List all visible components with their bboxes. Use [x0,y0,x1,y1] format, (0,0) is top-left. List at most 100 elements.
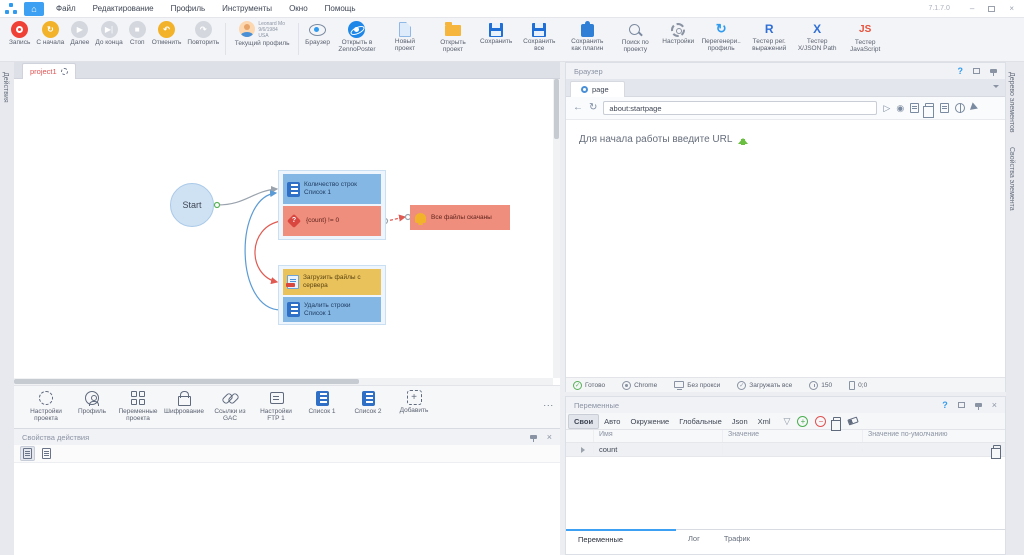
page-source-icon[interactable] [910,103,919,113]
xpath-tester-button[interactable]: X Тестер X/JSON Path [793,21,841,53]
canvas-vertical-scrollbar[interactable] [553,79,560,378]
record-button[interactable]: Запись [6,21,33,46]
menu-tools[interactable]: Инструменты [222,4,272,13]
menu-edit[interactable]: Редактирование [93,4,154,13]
bottom-tab-log[interactable]: Лог [676,530,712,548]
play-macro-icon[interactable]: ▷ [883,104,890,113]
tab-global[interactable]: Глобальные [674,415,727,428]
eraser-icon[interactable] [848,416,859,425]
regenerate-profile-button[interactable]: ↻ Перегенери.. профиль [697,21,745,53]
gac-links-button[interactable]: Ссылки из GAC [208,390,252,423]
minimize-button[interactable]: – [970,4,974,13]
save-button[interactable]: Сохранить [477,21,515,45]
menu-file[interactable]: Файл [56,4,76,13]
filter-icon[interactable]: ▽ [784,416,791,427]
flowchart-canvas[interactable]: Start Количество строкСписок 1 ? {count}… [14,79,560,385]
properties-view-button[interactable] [20,446,35,461]
menu-window[interactable]: Окно [289,4,308,13]
toolbar-overflow-button[interactable]: ... [543,398,554,408]
count-rows-node[interactable]: Количество строкСписок 1 [283,174,381,204]
tab-dropdown-icon[interactable] [993,85,999,91]
regex-tester-button[interactable]: R Тестер рег. выражений [745,21,793,53]
restart-button[interactable]: ↻ С начала [33,21,67,46]
maximize-button[interactable] [988,6,995,12]
element-tree-vertical-tab[interactable]: Дерево элементов [1006,68,1017,137]
variable-default-cell[interactable] [863,449,1005,451]
properties-edit-button[interactable] [39,446,54,461]
copy-page-icon[interactable] [925,103,934,113]
step-next-button[interactable]: ▶ Далее [67,21,92,46]
tab-json[interactable]: Json [727,415,753,428]
column-default[interactable]: Значение по-умолчанию [863,430,1005,442]
project-search-button[interactable]: Поиск по проекту [611,21,659,54]
add-resource-button[interactable]: + Добавить [392,390,436,414]
url-input[interactable] [603,101,877,115]
globe-icon[interactable] [955,103,965,113]
encryption-button[interactable]: Шифрование [162,390,206,415]
add-variable-icon[interactable]: + [797,416,808,427]
new-project-button[interactable]: Новый проект [381,21,429,53]
variable-value-cell[interactable] [723,449,863,451]
close-icon[interactable]: × [547,433,552,442]
cursor-pick-icon[interactable] [970,102,983,113]
snippets-icon[interactable] [940,103,949,113]
row-copy-icon[interactable] [993,445,1001,454]
project-settings-icon[interactable] [61,68,68,75]
tab-environment[interactable]: Окружение [625,415,674,428]
close-icon[interactable]: × [992,401,997,410]
project-settings-button[interactable]: Настройки проекта [24,390,68,423]
start-node[interactable]: Start [170,183,214,227]
settings-button[interactable]: Настройки [659,21,697,45]
stop-button[interactable]: ■ Стоп [126,21,149,46]
home-button[interactable]: ⌂ [24,2,44,16]
open-project-button[interactable]: Открыть проект [429,21,477,54]
undo-button[interactable]: ↶ Отменить [149,21,185,46]
tab-xml[interactable]: Xml [753,415,776,428]
close-button[interactable]: × [1009,4,1014,13]
current-profile-button[interactable]: Leonard Mo 9/6/1984 USA Текущий профиль [229,21,295,47]
bottom-tab-variables[interactable]: Переменные [566,529,676,548]
scrollbar-thumb[interactable] [14,379,359,384]
reload-icon[interactable]: ↻ [589,103,597,113]
column-value[interactable]: Значение [723,430,863,442]
maximize-panel-icon[interactable] [958,402,965,408]
browser-viewport[interactable]: Для начала работы введите URL [566,120,1005,377]
bottom-tab-traffic[interactable]: Трафик [712,530,762,548]
notify-node[interactable]: Все файлы скачаны [410,205,510,230]
ftp-settings-button[interactable]: Настройки FTP 1 [254,390,298,423]
download-files-node[interactable]: Загрузить файлы ссервера [283,269,381,295]
open-in-zennoposter-button[interactable]: Открыть в ZennoPoster [333,21,381,54]
record-macro-icon[interactable]: ◉ [896,104,904,113]
redo-button[interactable]: ↷ Повторить [184,21,222,46]
js-tester-button[interactable]: JS Тестер JavaScript [841,21,889,54]
element-props-vertical-tab[interactable]: Свойства элемента [1006,143,1017,215]
save-all-button[interactable]: Сохранить все [515,21,563,53]
help-icon[interactable]: ? [942,400,948,410]
help-icon[interactable]: ? [958,66,964,76]
back-icon[interactable]: ← [573,103,583,113]
menu-profile[interactable]: Профиль [171,4,206,13]
list2-button[interactable]: Список 2 [346,390,390,415]
copy-icon[interactable] [833,417,841,426]
condition-node[interactable]: ? {count} != 0 [283,206,381,236]
load-status[interactable]: Загружать все [749,382,792,389]
canvas-horizontal-scrollbar[interactable] [14,378,553,385]
project-variables-button[interactable]: Переменные проекта [116,390,160,423]
scrollbar-thumb[interactable] [554,79,559,139]
column-name[interactable]: Имя [594,430,723,442]
tab-own[interactable]: Свои [568,414,599,429]
delete-rows-node[interactable]: Удалить строкиСписок 1 [283,297,381,322]
engine-status[interactable]: Chrome [634,382,657,389]
variable-name-cell[interactable]: count [594,444,723,455]
table-row[interactable]: count [566,443,1005,457]
proxy-status[interactable]: Без прокси [687,382,720,389]
maximize-panel-icon[interactable] [973,68,980,74]
list1-button[interactable]: Список 1 [300,390,344,415]
pin-icon[interactable] [975,403,982,407]
browser-toggle-button[interactable]: Браузер [302,21,333,46]
tab-auto[interactable]: Авто [599,415,625,428]
project-tab[interactable]: project1 [22,63,76,79]
actions-vertical-tab[interactable]: Действия [0,68,11,107]
save-as-plugin-button[interactable]: Сохранить как плагин [563,21,611,53]
remove-variable-icon[interactable]: − [815,416,826,427]
